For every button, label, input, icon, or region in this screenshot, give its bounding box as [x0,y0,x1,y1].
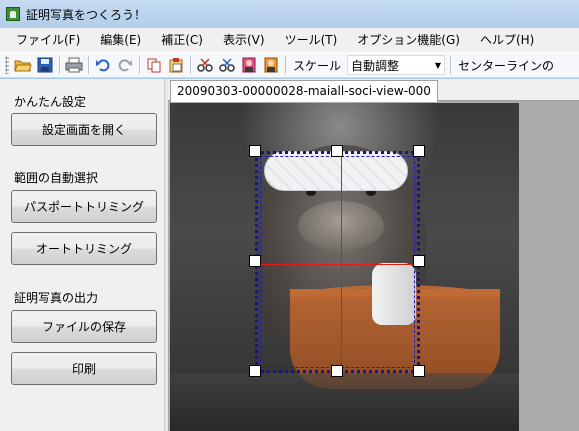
menu-tools[interactable]: ツール(T) [275,28,348,52]
left-panel: かんたん設定 設定画面を開く 範囲の自動選択 パスポートトリミング オートトリミ… [0,79,164,431]
horizontal-center-guide [258,264,417,265]
vertical-center-guide [341,154,342,370]
scale-select[interactable]: 自動調整 ▼ [347,55,446,75]
toolbar-separator [88,56,89,74]
centerline-label[interactable]: センターラインの [454,57,558,74]
auto-trim-button[interactable]: オートトリミング [11,232,157,265]
section-output: 証明写真の出力 [14,291,99,305]
crop-handle-top[interactable] [331,145,343,157]
crop-handle-right[interactable] [413,255,425,267]
section-easy-settings: かんたん設定 [14,95,87,109]
app-icon [6,7,20,21]
crop-handle-left[interactable] [249,255,261,267]
document-tabstrip: 20090303-00000028-maiall-soci-view-000 [168,79,579,102]
redo-icon[interactable] [114,54,136,76]
title-bar: 証明写真をつくろう！ [0,0,579,28]
copy-icon[interactable] [143,54,165,76]
cut-person-alt-icon[interactable] [216,54,238,76]
crop-handle-bottom-left[interactable] [249,365,261,377]
toolbar-separator [139,56,140,74]
save-file-button[interactable]: ファイルの保存 [11,310,157,343]
open-folder-icon[interactable] [12,54,34,76]
cut-person-icon[interactable] [194,54,216,76]
crop-handle-top-right[interactable] [413,145,425,157]
open-settings-button[interactable]: 設定画面を開く [11,113,157,146]
print-button[interactable]: 印刷 [11,352,157,385]
toolbar-grip[interactable] [5,56,9,74]
section-auto-select: 範囲の自動選択 [14,171,99,185]
menu-file[interactable]: ファイル(F) [6,28,90,52]
toolbar: スケール 自動調整 ▼ センターラインの [0,52,579,78]
water-image [170,373,519,431]
passport-trim-button[interactable]: パスポートトリミング [11,190,157,223]
menu-bar: ファイル(F) 編集(E) 補正(C) 表示(V) ツール(T) オプション機能… [0,28,579,52]
toolbar-separator [190,56,191,74]
toolbar-separator [59,56,60,74]
crop-handle-top-left[interactable] [249,145,261,157]
window-title: 証明写真をつくろう！ [26,7,147,22]
menu-correct[interactable]: 補正(C) [151,28,213,52]
scale-select-value: 自動調整 [351,58,400,73]
menu-options[interactable]: オプション機能(G) [347,28,470,52]
portrait-pink-icon[interactable] [238,54,260,76]
toolbar-separator [450,56,452,74]
undo-icon[interactable] [92,54,114,76]
print-icon[interactable] [63,54,85,76]
document-area: 20090303-00000028-maiall-soci-view-000 [168,79,579,431]
dropdown-arrow-icon: ▼ [434,60,442,70]
photo-canvas[interactable] [170,103,519,431]
menu-view[interactable]: 表示(V) [213,28,275,52]
portrait-orange-icon[interactable] [260,54,282,76]
paste-icon[interactable] [165,54,187,76]
toolbar-separator [285,56,286,74]
document-tab[interactable]: 20090303-00000028-maiall-soci-view-000 [170,80,438,102]
menu-help[interactable]: ヘルプ(H) [470,28,544,52]
crop-handle-bottom[interactable] [331,365,343,377]
menu-edit[interactable]: 編集(E) [90,28,151,52]
crop-selection[interactable] [255,151,420,373]
crop-handle-bottom-right[interactable] [413,365,425,377]
save-icon[interactable] [34,54,56,76]
scale-label: スケール [293,58,342,73]
